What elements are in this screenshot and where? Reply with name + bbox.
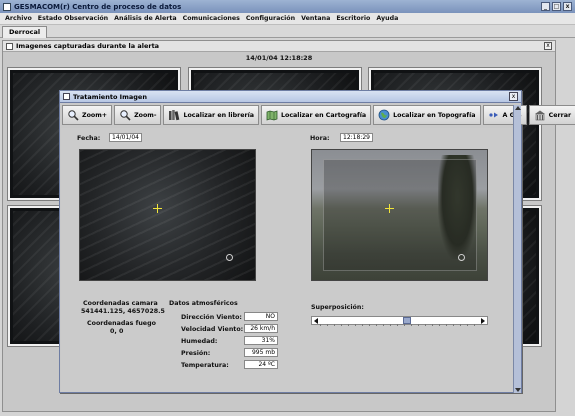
temperature-label: Temperatura:: [181, 362, 229, 369]
close-dialog-button[interactable]: Cerrar: [528, 105, 575, 125]
scroll-down-icon[interactable]: [515, 388, 521, 392]
image-processing-dialog: Tratamiento Imagen x Zoom+ Zoom- Localiz…: [59, 90, 575, 393]
pressure-label: Presión:: [181, 350, 211, 357]
camera-image[interactable]: [79, 149, 256, 281]
zoom-out-label: Zoom-: [134, 111, 157, 119]
camera-coords-label: Coordenadas camara: [83, 300, 158, 307]
menu-configuracion[interactable]: Configuración: [243, 15, 298, 22]
building-icon: [534, 109, 546, 121]
fire-coords-label: Coordenadas fuego: [87, 320, 156, 327]
title-bar: GESMACOM(r) Centro de proceso de datos _…: [0, 0, 575, 13]
dialog-icon: [63, 93, 70, 100]
minimize-button[interactable]: _: [541, 2, 550, 11]
humidity-field: 31%: [244, 336, 278, 345]
target-crosshair-icon: [385, 204, 394, 213]
app-icon: [3, 2, 11, 11]
target-crosshair-icon: [153, 204, 162, 213]
overlay-image[interactable]: [311, 149, 488, 281]
menu-archivo[interactable]: Archivo: [2, 15, 35, 22]
humidity-label: Humedad:: [181, 338, 218, 345]
menu-ayuda[interactable]: Ayuda: [373, 15, 401, 22]
frame-icon: [6, 42, 13, 50]
wind-direction-label: Dirección Viento:: [181, 314, 242, 321]
wind-direction-field: NO: [244, 312, 278, 321]
menu-analisis-alerta[interactable]: Análisis de Alerta: [111, 15, 179, 22]
dialog-toolbar: Zoom+ Zoom- Localizar en librería Locali…: [61, 105, 575, 126]
menu-ventana[interactable]: Ventana: [298, 15, 333, 22]
menu-bar: Archivo Estado Observación Análisis de A…: [0, 13, 575, 25]
locate-topography-label: Localizar en Topografía: [393, 111, 476, 119]
locate-topography-button[interactable]: Localizar en Topografía: [373, 105, 481, 125]
overlay-slider[interactable]: [311, 316, 488, 326]
maximize-button[interactable]: □: [552, 2, 561, 11]
temperature-field: 24 ºC: [244, 360, 278, 369]
captured-images-header: Imagenes capturadas durante la alerta x: [3, 41, 555, 52]
captured-images-title: Imagenes capturadas durante la alerta: [16, 42, 160, 50]
locate-library-label: Localizar en librería: [183, 111, 254, 119]
zoom-in-label: Zoom+: [82, 111, 108, 119]
clock-icon: [226, 254, 233, 261]
zoom-in-button[interactable]: Zoom+: [62, 105, 113, 125]
slider-left-arrow-icon[interactable]: [314, 318, 318, 324]
dialog-title: Tratamiento Imagen: [73, 92, 147, 101]
menu-comunicaciones[interactable]: Comunicaciones: [180, 15, 243, 22]
dialog-content: Fecha: 14/01/04 Hora: 12:18:29 Coordenad…: [61, 128, 513, 392]
slider-right-arrow-icon[interactable]: [481, 318, 485, 324]
wind-speed-field: 26 km/h: [244, 324, 278, 333]
locate-cartography-label: Localizar en Cartografía: [280, 111, 367, 119]
slider-thumb[interactable]: [403, 317, 412, 324]
clock-icon: [458, 254, 465, 261]
globe-icon: [378, 109, 390, 121]
camera-coords-value: 541441.125, 4657028.5: [81, 308, 165, 315]
window-controls: _ □ x: [541, 2, 572, 11]
overlay-label: Superposición:: [311, 304, 364, 311]
fire-coords-value: 0, 0: [110, 328, 124, 335]
pressure-field: 995 mb: [244, 348, 278, 357]
magnifier-icon: [119, 109, 131, 121]
atmospheric-heading: Datos atmosféricos: [169, 300, 238, 307]
date-field: 14/01/04: [109, 133, 142, 142]
close-button[interactable]: x: [563, 2, 572, 11]
capture-timestamp: 14/01/04 12:18:28: [245, 54, 313, 62]
map-icon: [266, 109, 278, 121]
time-label: Hora:: [310, 135, 330, 142]
locate-library-button[interactable]: Localizar en librería: [163, 105, 259, 125]
close-dialog-label: Cerrar: [548, 111, 572, 119]
captured-images-close-button[interactable]: x: [544, 42, 552, 50]
magnifier-icon: [67, 109, 79, 121]
dialog-title-bar: Tratamiento Imagen x: [60, 91, 521, 103]
locate-cartography-button[interactable]: Localizar en Cartografía: [260, 105, 372, 125]
application-window: GESMACOM(r) Centro de proceso de datos _…: [0, 0, 575, 416]
window-title: GESMACOM(r) Centro de proceso de datos: [14, 2, 182, 11]
menu-estado-observacion[interactable]: Estado Observación: [35, 15, 111, 22]
slider-ticks: [320, 324, 479, 326]
overlay-frame: [322, 159, 477, 271]
dialog-close-button[interactable]: x: [509, 92, 518, 101]
tab-strip: Derrocal: [0, 25, 575, 38]
menu-escritorio[interactable]: Escritorio: [333, 15, 373, 22]
time-field: 12:18:29: [340, 133, 373, 142]
books-icon: [168, 109, 180, 121]
dialog-vertical-scrollbar[interactable]: [513, 105, 521, 393]
zoom-out-button[interactable]: Zoom-: [114, 105, 162, 125]
arrow-icon: [488, 109, 500, 121]
wind-speed-label: Velocidad Viento:: [181, 326, 244, 333]
date-label: Fecha:: [77, 135, 101, 142]
scroll-up-icon[interactable]: [515, 106, 521, 110]
tab-derrocal[interactable]: Derrocal: [2, 26, 48, 38]
